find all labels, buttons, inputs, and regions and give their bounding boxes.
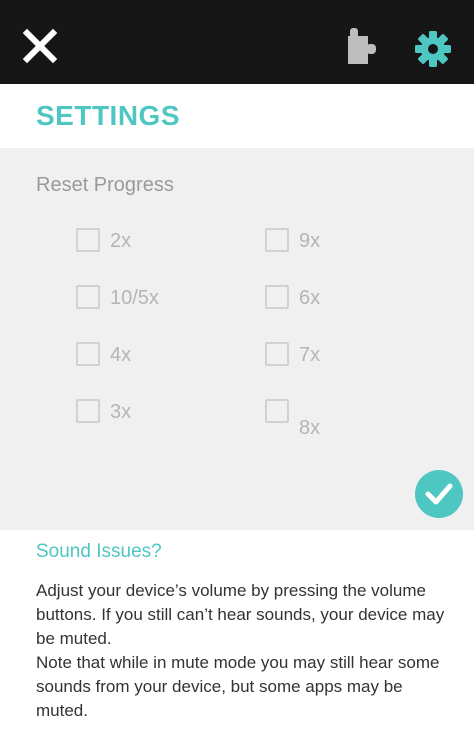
checkbox[interactable] (265, 399, 289, 423)
checkbox[interactable] (76, 285, 100, 309)
option-label: 8x (299, 417, 321, 439)
checkbox[interactable] (76, 228, 100, 252)
option-label: 2x (110, 230, 132, 252)
checkbox[interactable] (76, 342, 100, 366)
option-label: 9x (299, 230, 321, 252)
checkbox[interactable] (265, 342, 289, 366)
checkbox[interactable] (265, 228, 289, 252)
sound-issues-text: Adjust your device’s volume by pressing … (36, 579, 446, 723)
option-label: 4x (110, 344, 132, 366)
puzzle-icon (348, 28, 376, 64)
option-label: 10/5x (110, 287, 159, 309)
checkbox[interactable] (265, 285, 289, 309)
gear-icon (415, 31, 451, 67)
puzzle-button[interactable] (344, 28, 378, 66)
option-label: 6x (299, 287, 321, 309)
settings-button[interactable] (414, 30, 452, 68)
option-label: 3x (110, 401, 132, 423)
close-button[interactable] (22, 28, 58, 64)
check-icon (425, 483, 453, 505)
close-icon (22, 28, 58, 64)
option-label: 7x (299, 344, 321, 366)
sound-paragraph-2: Note that while in mute mode you may sti… (36, 653, 440, 720)
confirm-button[interactable] (415, 470, 463, 518)
title-area: SETTINGS (0, 84, 474, 148)
sound-issues-heading: Sound Issues? (36, 541, 162, 562)
checkbox[interactable] (76, 399, 100, 423)
reset-progress-heading: Reset Progress (36, 174, 174, 196)
sound-paragraph-1: Adjust your device’s volume by pressing … (36, 581, 445, 648)
page-title: SETTINGS (36, 100, 181, 131)
reset-progress-panel: Reset Progress 2x 10/5x 4x 3x 9x 6x 7x 8… (0, 148, 474, 530)
top-bar (0, 0, 474, 84)
